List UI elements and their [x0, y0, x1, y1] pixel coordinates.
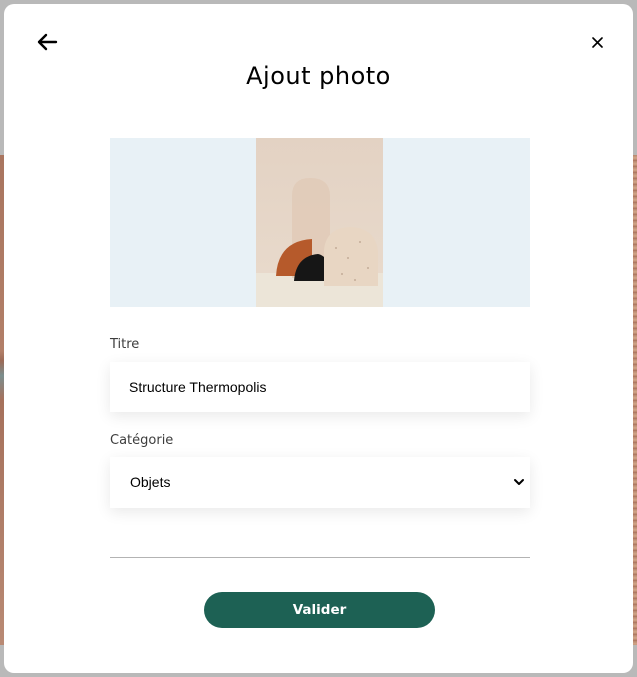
- add-photo-modal: Ajout photo Titre Structure Thermopolis …: [4, 4, 633, 673]
- form-divider: [110, 557, 530, 558]
- modal-title: Ajout photo: [246, 62, 391, 90]
- title-input[interactable]: [110, 362, 530, 412]
- arrow-left-icon: [37, 33, 58, 51]
- title-label: Titre: [110, 337, 140, 352]
- chevron-down-icon: [514, 479, 524, 485]
- back-button[interactable]: [34, 29, 60, 55]
- photo-preview-image: [256, 138, 383, 307]
- category-selected-value: Objets: [130, 474, 171, 490]
- close-icon: [591, 36, 603, 48]
- category-label: Catégorie: [110, 433, 174, 448]
- category-select[interactable]: Objets: [110, 457, 530, 508]
- photo-preview-area: [110, 138, 530, 307]
- close-button[interactable]: [587, 32, 607, 52]
- submit-button[interactable]: Valider: [204, 592, 435, 628]
